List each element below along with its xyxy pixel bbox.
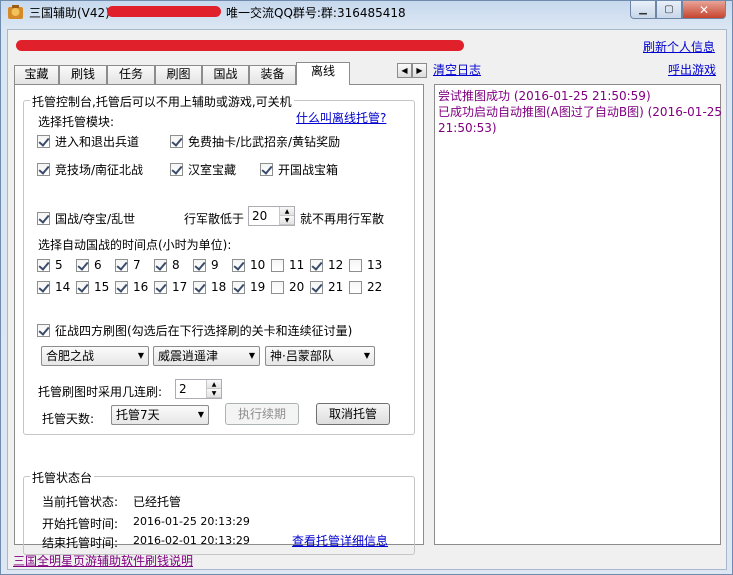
log-panel[interactable]: 尝试推图成功 (2016-01-25 21:50:59) 已成功启动自动推图(A…	[434, 84, 723, 545]
spinner-arrows[interactable]: ▲ ▼	[206, 380, 221, 398]
spinner-arrows[interactable]: ▲ ▼	[279, 207, 294, 225]
module-checkbox[interactable]: 竞技场/南征北战	[37, 161, 143, 178]
module-checkbox[interactable]: 汉室宝藏	[170, 161, 236, 178]
hour-checkbox[interactable]: 7	[115, 258, 141, 272]
control-group-label: 托管控制台,托管后可以不用上辅助或游戏,可关机	[30, 93, 294, 110]
module-checkbox[interactable]: 免费抽卡/比武招亲/黄钻奖励	[170, 133, 340, 150]
refresh-profile-link[interactable]: 刷新个人信息	[643, 38, 715, 55]
state-label: 当前托管状态:	[42, 495, 119, 509]
hour-checkbox[interactable]: 21	[310, 280, 343, 294]
spin-up-icon[interactable]: ▲	[207, 380, 221, 389]
redaction-mark	[107, 6, 221, 17]
repeat-count-label: 托管刷图时采用几连刷:	[38, 385, 163, 399]
checkbox-box[interactable]	[170, 135, 183, 148]
spin-down-icon[interactable]: ▼	[280, 216, 294, 225]
tab-money[interactable]: 刷钱	[59, 65, 107, 84]
hour-checkbox[interactable]: 13	[349, 258, 382, 272]
march-threshold-spinner[interactable]: 20 ▲ ▼	[248, 206, 295, 226]
start-time-label: 开始托管时间:	[42, 517, 119, 531]
end-time-label: 结束托管时间:	[42, 536, 119, 550]
state-value: 已经托管	[133, 495, 182, 509]
what-is-offline-link[interactable]: 什么叫离线托管?	[296, 109, 386, 126]
module-checkbox[interactable]: 进入和退出兵道	[37, 133, 139, 150]
minimize-button[interactable]: ▁	[630, 1, 656, 19]
help-link[interactable]: 三国全明星页游辅助软件刷钱说明	[13, 552, 193, 569]
hour-checkbox[interactable]: 19	[232, 280, 265, 294]
chevron-down-icon: ▼	[197, 410, 204, 419]
tab-national-war[interactable]: 国战	[202, 65, 249, 84]
tab-quest[interactable]: 任务	[107, 65, 155, 84]
qq-group-text: 唯一交流QQ群号:群:316485418	[226, 6, 406, 20]
days-label: 托管天数:	[42, 412, 95, 426]
checkbox-box[interactable]	[170, 163, 183, 176]
redacted-account-info	[16, 40, 464, 51]
tab-equipment[interactable]: 装备	[249, 65, 296, 84]
offline-tab-panel: 托管控制台,托管后可以不用上辅助或游戏,可关机 什么叫离线托管? 选择托管模块:…	[14, 84, 424, 555]
log-line: 21:50:53)	[438, 121, 497, 135]
march-low-label: 行军散低于	[184, 212, 245, 226]
modules-label: 选择托管模块:	[38, 115, 115, 129]
hour-checkbox[interactable]: 15	[76, 280, 109, 294]
spin-down-icon[interactable]: ▼	[207, 389, 221, 398]
hour-checkbox[interactable]: 20	[271, 280, 304, 294]
title-bar[interactable]: 三国辅助(V42) 唯一交流QQ群号:群:316485418 ▁ ▢ ✕	[1, 1, 732, 25]
app-window: 三国辅助(V42) 唯一交流QQ群号:群:316485418 ▁ ▢ ✕ 刷新个…	[0, 0, 733, 575]
maximize-button[interactable]: ▢	[656, 1, 682, 19]
hour-checkbox[interactable]: 18	[193, 280, 226, 294]
close-button[interactable]: ✕	[682, 1, 726, 19]
module-checkbox[interactable]: 国战/夺宝/乱世	[37, 210, 135, 227]
hosting-details-link[interactable]: 查看托管详细信息	[292, 532, 388, 549]
chevron-down-icon: ▼	[363, 351, 370, 360]
status-group-label: 托管状态台	[30, 469, 95, 486]
tab-scroll-right-icon[interactable]: ▶	[412, 63, 427, 78]
war-times-label: 选择自动国战的时间点(小时为单位):	[38, 238, 232, 252]
end-time-value: 2016-02-01 20:13:29	[133, 534, 250, 547]
spin-up-icon[interactable]: ▲	[280, 207, 294, 216]
hour-checkbox[interactable]: 9	[193, 258, 219, 272]
hour-checkbox[interactable]: 10	[232, 258, 265, 272]
hour-checkbox[interactable]: 11	[271, 258, 304, 272]
hour-checkbox[interactable]: 14	[37, 280, 70, 294]
extend-button[interactable]: 执行续期	[225, 403, 299, 425]
app-icon	[8, 5, 23, 19]
hour-checkbox[interactable]: 17	[154, 280, 187, 294]
client-area: 刷新个人信息 清空日志 呼出游戏 宝藏 刷钱 任务 刷图 国战 装备 离线 ◀ …	[7, 29, 727, 570]
call-game-link[interactable]: 呼出游戏	[668, 61, 716, 78]
tab-scroll-left-icon[interactable]: ◀	[397, 63, 412, 78]
window-title: 三国辅助(V42)	[29, 6, 110, 20]
hour-checkbox[interactable]: 16	[115, 280, 148, 294]
log-line: 尝试推图成功 (2016-01-25 21:50:59)	[438, 89, 651, 103]
stage-select-2[interactable]: 威震逍遥津 ▼	[153, 346, 260, 366]
stage-select-3[interactable]: 神·吕蒙部队 ▼	[265, 346, 375, 366]
march-low-suffix: 就不再用行军散	[300, 212, 385, 226]
chevron-down-icon: ▼	[137, 351, 144, 360]
tab-offline[interactable]: 离线	[296, 62, 350, 85]
repeat-count-spinner[interactable]: 2 ▲ ▼	[175, 379, 222, 399]
clear-log-link[interactable]: 清空日志	[433, 61, 481, 78]
hour-checkbox[interactable]: 5	[37, 258, 63, 272]
days-select[interactable]: 托管7天 ▼	[111, 405, 209, 425]
cancel-hosting-button[interactable]: 取消托管	[316, 403, 390, 425]
stage-select-1[interactable]: 合肥之战 ▼	[41, 346, 149, 366]
expedition-checkbox[interactable]: 征战四方刷图(勾选后在下行选择刷的关卡和连续征讨量)	[37, 322, 352, 339]
checkbox-box[interactable]	[37, 163, 50, 176]
module-checkbox[interactable]: 开国战宝箱	[260, 161, 338, 178]
checkbox-box[interactable]	[260, 163, 273, 176]
checkbox-box[interactable]	[37, 212, 50, 225]
chevron-down-icon: ▼	[248, 351, 255, 360]
start-time-value: 2016-01-25 20:13:29	[133, 515, 250, 528]
tab-scroll-arrows: ◀ ▶	[397, 63, 427, 78]
hour-checkbox[interactable]: 12	[310, 258, 343, 272]
hour-checkbox[interactable]: 22	[349, 280, 382, 294]
tab-treasure[interactable]: 宝藏	[14, 65, 59, 84]
hour-checkbox[interactable]: 6	[76, 258, 102, 272]
log-line: 已成功启动自动推图(A图过了自动B图) (2016-01-25	[438, 105, 723, 119]
checkbox-box[interactable]	[37, 135, 50, 148]
tab-map[interactable]: 刷图	[155, 65, 202, 84]
window-controls: ▁ ▢ ✕	[630, 1, 726, 19]
hour-checkbox[interactable]: 8	[154, 258, 180, 272]
